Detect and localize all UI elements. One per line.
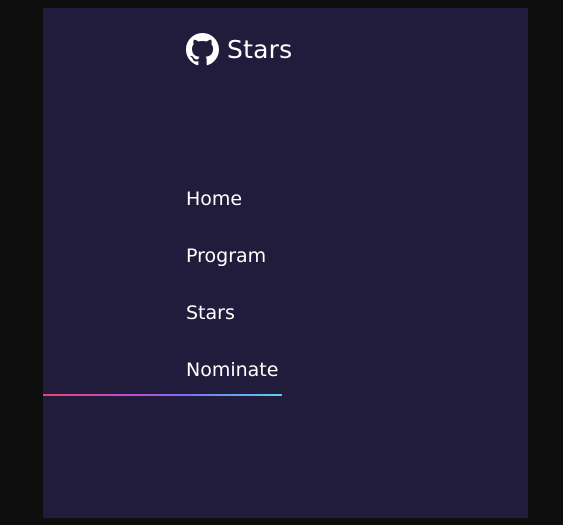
nav-item-stars[interactable]: Stars — [186, 304, 235, 323]
github-icon — [186, 32, 219, 65]
brand-title: Stars — [227, 34, 293, 64]
active-indicator — [43, 394, 282, 396]
nav-item-program[interactable]: Program — [186, 247, 266, 266]
nav-item-nominate[interactable]: Nominate — [186, 361, 278, 380]
nav-item-home[interactable]: Home — [186, 190, 242, 209]
brand-link[interactable]: Stars — [186, 32, 292, 66]
menu-panel: Stars Home Program Stars Nominate — [43, 8, 528, 518]
